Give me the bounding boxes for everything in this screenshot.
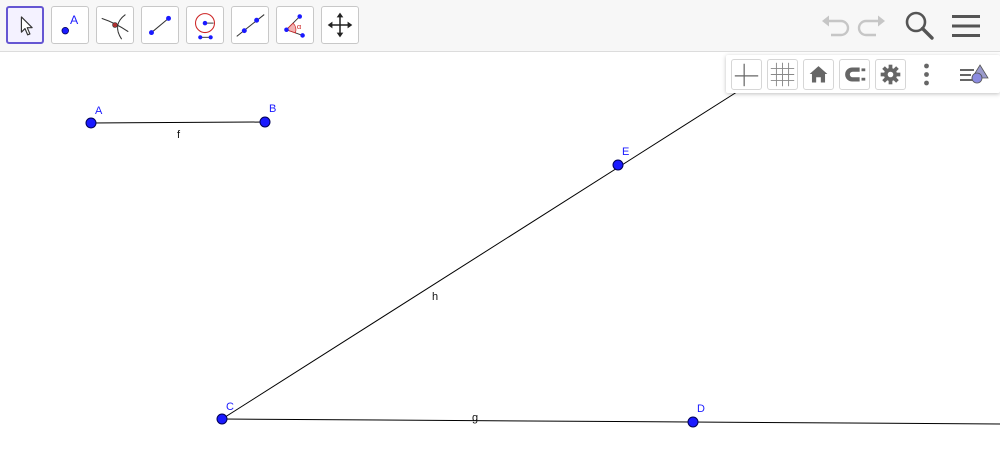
label-A: A [95, 105, 103, 117]
point-icon: A [61, 13, 79, 35]
point-capturing-icon [845, 67, 866, 82]
undo-button[interactable] [817, 8, 853, 44]
point-capturing-button[interactable] [839, 59, 870, 90]
intersect-icon [101, 14, 129, 40]
label-B: B [269, 103, 276, 115]
label-D: D [697, 403, 705, 415]
line-icon [236, 14, 265, 37]
line-tool-button[interactable] [231, 6, 269, 44]
label-g: g [472, 412, 478, 424]
move-graphics-view-tool-button[interactable] [321, 6, 359, 44]
gear-icon [880, 64, 901, 85]
label-E: E [622, 146, 629, 158]
intersect-tool-button[interactable] [96, 6, 134, 44]
menu-icon [952, 15, 980, 37]
segment-f[interactable] [90, 121, 266, 124]
toolbar: A α [0, 0, 1000, 52]
toggle-style-bar-button[interactable] [958, 59, 989, 90]
point-D[interactable] [687, 416, 699, 428]
cursor-arrow-icon [20, 16, 33, 36]
point-B[interactable] [259, 116, 271, 128]
standard-view-button[interactable] [803, 59, 834, 90]
label-f: f [177, 129, 181, 141]
segment-tool-button[interactable] [141, 6, 179, 44]
ray-g[interactable] [221, 418, 1000, 425]
redo-icon [857, 15, 885, 37]
search-icon [905, 11, 934, 40]
search-button[interactable] [901, 8, 937, 44]
grid-icon [770, 62, 795, 87]
point-A[interactable] [85, 117, 97, 129]
angle-tool-button[interactable]: α [276, 6, 314, 44]
compass-tool-button[interactable] [186, 6, 224, 44]
main-menu-button[interactable] [948, 8, 984, 44]
compass-icon [195, 13, 215, 40]
style-toggle-icon [960, 64, 989, 84]
home-icon [809, 66, 828, 83]
axes-icon [734, 63, 759, 87]
point-tool-label: A [70, 13, 79, 27]
more-vertical-icon [924, 63, 929, 86]
angle-icon: α [284, 14, 305, 38]
move-arrows-icon [327, 12, 353, 38]
angle-tool-label: α [297, 22, 302, 31]
more-options-button[interactable] [911, 59, 942, 90]
label-h: h [432, 291, 438, 303]
graphics-style-bar [726, 55, 1000, 93]
point-C[interactable] [216, 413, 228, 425]
label-C: C [226, 401, 234, 413]
redo-button[interactable] [854, 8, 890, 44]
ray-h[interactable] [221, 89, 741, 420]
move-tool-button[interactable] [6, 6, 44, 44]
graphics-settings-button[interactable] [875, 59, 906, 90]
toggle-grid-button[interactable] [767, 59, 798, 90]
graphics-view[interactable]: f g h A B C D E [0, 53, 1000, 450]
point-tool-button[interactable]: A [51, 6, 89, 44]
point-E[interactable] [612, 159, 624, 171]
toggle-axes-button[interactable] [731, 59, 762, 90]
undo-icon [822, 15, 850, 37]
segment-icon [149, 15, 171, 36]
